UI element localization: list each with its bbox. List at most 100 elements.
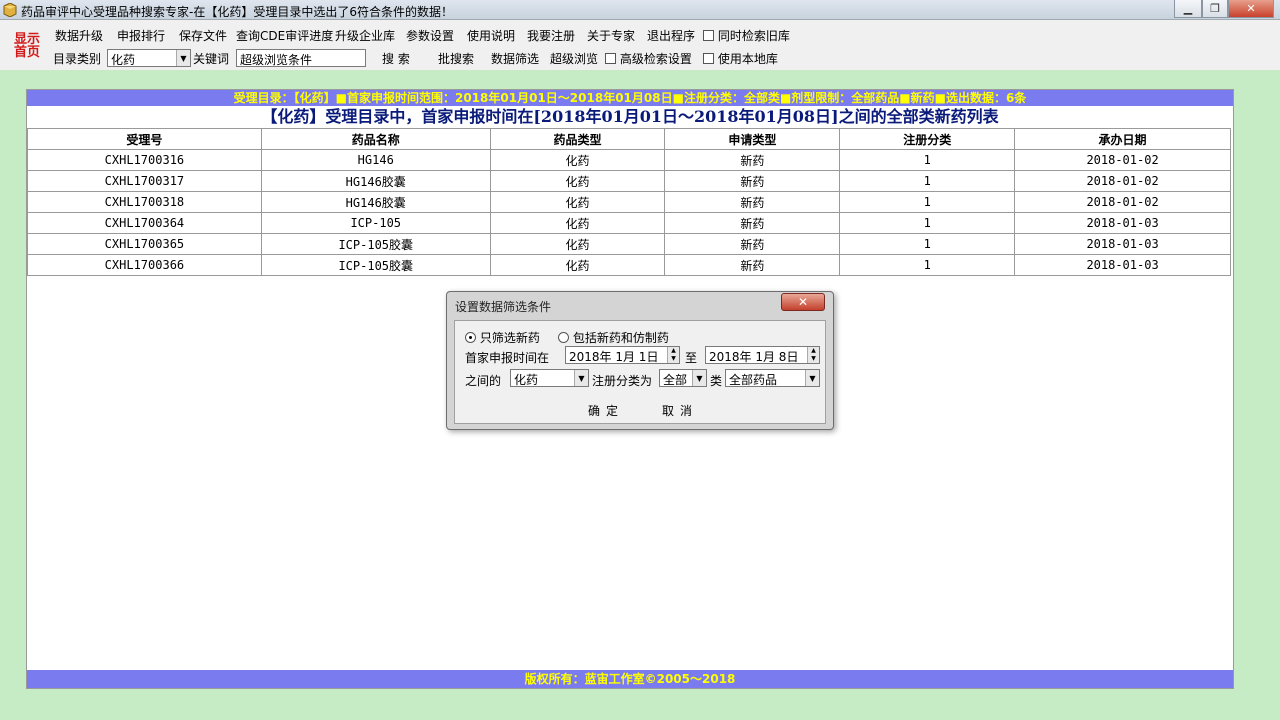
cell-drug-type: 化药 (489, 212, 666, 234)
radio-new-only-label: 只筛选新药 (479, 331, 540, 345)
cell-reg-class: 1 (839, 170, 1016, 192)
use-local-db-label: 使用本地库 (717, 52, 778, 66)
cell-reg-class: 1 (839, 149, 1016, 171)
chevron-down-icon[interactable]: ▼ (692, 370, 706, 386)
drug-type-value: 化药 (514, 373, 539, 387)
date-to-value: 2018年 1月 8日 (709, 350, 799, 364)
table-row[interactable]: CXHL1700318 HG146胶囊 化药 新药 1 2018-01-02 (27, 191, 1231, 213)
date-from-picker[interactable]: 2018年 1月 1日 ▲ ▼ (565, 346, 680, 364)
copyright-bar: 版权所有：蓝宙工作室©2005～2018 (27, 670, 1233, 688)
menu-help[interactable]: 使用说明 (467, 27, 515, 44)
advanced-search-checkbox[interactable] (605, 53, 616, 64)
use-local-db-option[interactable]: 使用本地库 (703, 50, 778, 67)
cell-reg-class: 1 (839, 191, 1016, 213)
column-header[interactable]: 药品类型 (489, 128, 666, 150)
column-header[interactable]: 承办日期 (1014, 128, 1231, 150)
table-row[interactable]: CXHL1700365 ICP-105胶囊 化药 新药 1 2018-01-03 (27, 233, 1231, 255)
menu-save-file[interactable]: 保存文件 (179, 27, 227, 44)
column-header[interactable]: 申请类型 (664, 128, 841, 150)
results-table: 受理号 药品名称 药品类型 申请类型 注册分类 承办日期 CXHL1700316… (27, 128, 1231, 276)
menu-exit[interactable]: 退出程序 (647, 27, 695, 44)
list-title: 【化药】受理目录中，首家申报时间在[2018年01月01日～2018年01月08… (261, 107, 999, 126)
category-label: 目录类别 (53, 52, 102, 66)
cell-drug-name: HG146胶囊 (260, 191, 491, 213)
table-row[interactable]: CXHL1700316 HG146 化药 新药 1 2018-01-02 (27, 149, 1231, 171)
cell-drug-type: 化药 (489, 149, 666, 171)
cell-date: 2018-01-02 (1014, 149, 1231, 171)
home-logo-button[interactable]: 显示 首页 (11, 33, 43, 59)
date-from-spinner-icon[interactable]: ▲ ▼ (667, 347, 679, 363)
radio-include-generic[interactable] (558, 332, 569, 343)
radio-include-generic-option[interactable]: 包括新药和仿制药 (558, 329, 669, 346)
maximize-button[interactable]: ❐ (1202, 0, 1228, 18)
date-to-spinner-icon[interactable]: ▲ ▼ (807, 347, 819, 363)
restore-icon: ❐ (1210, 2, 1220, 15)
class-label: 类 (710, 374, 723, 388)
menu-ranking[interactable]: 申报排行 (117, 27, 165, 44)
minimize-button[interactable]: ▁ (1174, 0, 1202, 18)
dialog-close-button[interactable]: ✕ (781, 293, 825, 311)
cell-drug-type: 化药 (489, 254, 666, 276)
menu-upgrade-company[interactable]: 升级企业库 (335, 27, 395, 44)
column-header[interactable]: 注册分类 (839, 128, 1016, 150)
cancel-button[interactable]: 取消 (662, 402, 698, 419)
table-row[interactable]: CXHL1700364 ICP-105 化药 新药 1 2018-01-03 (27, 212, 1231, 234)
keyword-value: 超级浏览条件 (240, 53, 313, 67)
drug-type-select[interactable]: 化药 ▼ (510, 369, 589, 387)
cell-accept-no: CXHL1700318 (27, 191, 262, 213)
cell-drug-type: 化药 (489, 170, 666, 192)
dosage-value: 全部药品 (729, 373, 778, 387)
cell-drug-name: HG146 (260, 149, 491, 171)
radio-new-only[interactable] (465, 332, 476, 343)
date-to-picker[interactable]: 2018年 1月 8日 ▲ ▼ (705, 346, 820, 364)
search-old-db-checkbox[interactable] (703, 30, 714, 41)
advanced-search-label: 高级检索设置 (619, 52, 692, 66)
cell-app-type: 新药 (664, 149, 841, 171)
table-row[interactable]: CXHL1700317 HG146胶囊 化药 新药 1 2018-01-02 (27, 170, 1231, 192)
window-title: 药品审评中心受理品种搜索专家-在【化药】受理目录中选出了6符合条件的数据！ (21, 5, 453, 19)
data-filter-button[interactable]: 数据筛选 (491, 50, 539, 67)
close-button[interactable]: ✕ (1228, 0, 1274, 18)
reg-class-select[interactable]: 全部 ▼ (659, 369, 707, 387)
app-icon (3, 3, 17, 17)
cell-app-type: 新药 (664, 191, 841, 213)
cell-reg-class: 1 (839, 254, 1016, 276)
cell-accept-no: CXHL1700364 (27, 212, 262, 234)
vertical-scrollbar[interactable] (1262, 70, 1280, 720)
radio-new-only-option[interactable]: 只筛选新药 (465, 329, 540, 346)
cell-accept-no: CXHL1700366 (27, 254, 262, 276)
cell-reg-class: 1 (839, 233, 1016, 255)
menu-query-cde[interactable]: 查询CDE审评进度 (236, 27, 333, 44)
cell-app-type: 新药 (664, 212, 841, 234)
cell-accept-no: CXHL1700317 (27, 170, 262, 192)
menu-about[interactable]: 关于专家 (587, 27, 635, 44)
category-select[interactable]: 化药 ▼ (107, 49, 191, 67)
super-browse-button[interactable]: 超级浏览 (550, 50, 598, 67)
cell-date: 2018-01-02 (1014, 191, 1231, 213)
table-header-row: 受理号 药品名称 药品类型 申请类型 注册分类 承办日期 (27, 128, 1231, 150)
column-header[interactable]: 受理号 (27, 128, 262, 150)
between-label: 之间的 (465, 374, 502, 388)
chevron-down-icon[interactable]: ▼ (805, 370, 819, 386)
batch-search-button[interactable]: 批搜索 (438, 50, 474, 67)
title-bar: 药品审评中心受理品种搜索专家-在【化药】受理目录中选出了6符合条件的数据！ ▁ … (0, 0, 1280, 20)
chevron-down-icon[interactable]: ▼ (176, 50, 190, 66)
dosage-select[interactable]: 全部药品 ▼ (725, 369, 820, 387)
column-header[interactable]: 药品名称 (260, 128, 491, 150)
advanced-search-option[interactable]: 高级检索设置 (605, 50, 692, 67)
cell-drug-name: ICP-105胶囊 (260, 254, 491, 276)
keyword-label: 关键词 (193, 52, 230, 66)
menu-data-upgrade[interactable]: 数据升级 (55, 27, 103, 44)
menu-register[interactable]: 我要注册 (527, 27, 575, 44)
menu-settings[interactable]: 参数设置 (406, 27, 454, 44)
search-old-db-option[interactable]: 同时检索旧库 (703, 27, 790, 44)
cell-drug-name: ICP-105胶囊 (260, 233, 491, 255)
ok-button[interactable]: 确定 (588, 402, 624, 419)
table-row[interactable]: CXHL1700366 ICP-105胶囊 化药 新药 1 2018-01-03 (27, 254, 1231, 276)
search-button[interactable]: 搜 索 (382, 50, 410, 67)
date-range-label: 首家申报时间在 (465, 351, 550, 365)
chevron-down-icon[interactable]: ▼ (574, 370, 588, 386)
keyword-input[interactable]: 超级浏览条件 (236, 49, 366, 67)
use-local-db-checkbox[interactable] (703, 53, 714, 64)
reg-class-label: 注册分类为 (592, 374, 653, 388)
